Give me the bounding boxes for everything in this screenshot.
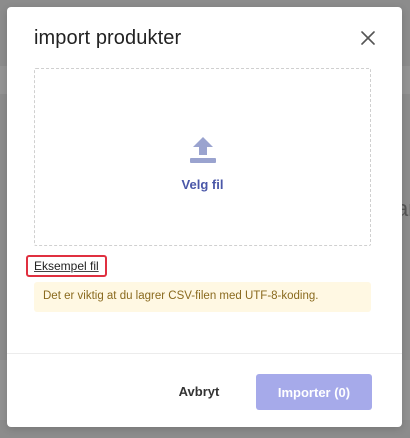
upload-icon [189,136,216,163]
cancel-button[interactable]: Avbryt [154,373,244,409]
choose-file-label: Velg fil [181,176,224,192]
close-icon [361,31,375,45]
dialog-title: import produkter [34,27,182,49]
example-file-link[interactable]: Eksempel fil [26,255,107,277]
import-button[interactable]: Importer (0) [256,374,372,410]
file-dropzone[interactable]: Velg fil [34,68,371,246]
utf8-notice: Det er viktig at du lagrer CSV-filen med… [34,282,371,312]
footer-divider [7,353,402,354]
dialog-header: import produkter [7,7,402,67]
close-button[interactable] [356,26,380,50]
import-products-dialog: import produkter Velg fil Eksempel fil D… [7,7,402,427]
